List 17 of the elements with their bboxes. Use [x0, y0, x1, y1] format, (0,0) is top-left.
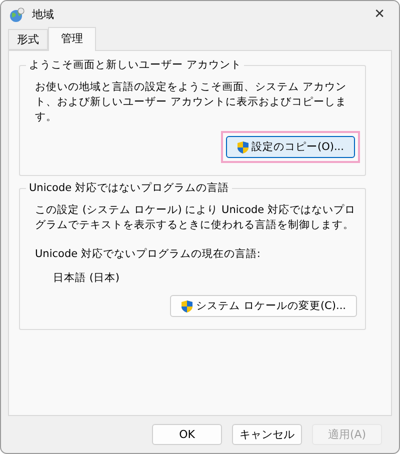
close-button[interactable]: ✕ — [368, 7, 391, 22]
window-title: 地域 — [32, 7, 55, 22]
group-title: Unicode 対応ではないプログラムの言語 — [26, 181, 232, 195]
tab[interactable]: 形式 — [8, 29, 48, 50]
description-text: お使いの地域と言語の設定をようこそ画面、システム アカウント、および新しいユーザー アカウントに表示およびコピーします。 — [35, 80, 348, 125]
shield-icon — [181, 300, 194, 312]
globe-icon — [9, 6, 25, 22]
action-button[interactable]: 設定のコピー(O)... — [226, 136, 355, 158]
dialog-button[interactable]: キャンセル — [232, 424, 302, 445]
current-language-value: 日本語 (日本) — [53, 271, 121, 285]
current-language-label: Unicode 対応でないプログラムの現在の言語: — [35, 247, 262, 261]
tab[interactable]: 管理 — [48, 27, 96, 51]
dialog-button[interactable]: OK — [152, 424, 222, 445]
group-title: ようこそ画面と新しいユーザー アカウント — [26, 58, 244, 72]
description-text: この設定 (システム ロケール) により Unicode 対応ではないプログラムでテキストを表示するときに使われる言語を制御します。 — [35, 203, 356, 233]
action-button[interactable]: システム ロケールの変更(C)... — [170, 295, 357, 317]
shield-icon — [236, 140, 249, 154]
